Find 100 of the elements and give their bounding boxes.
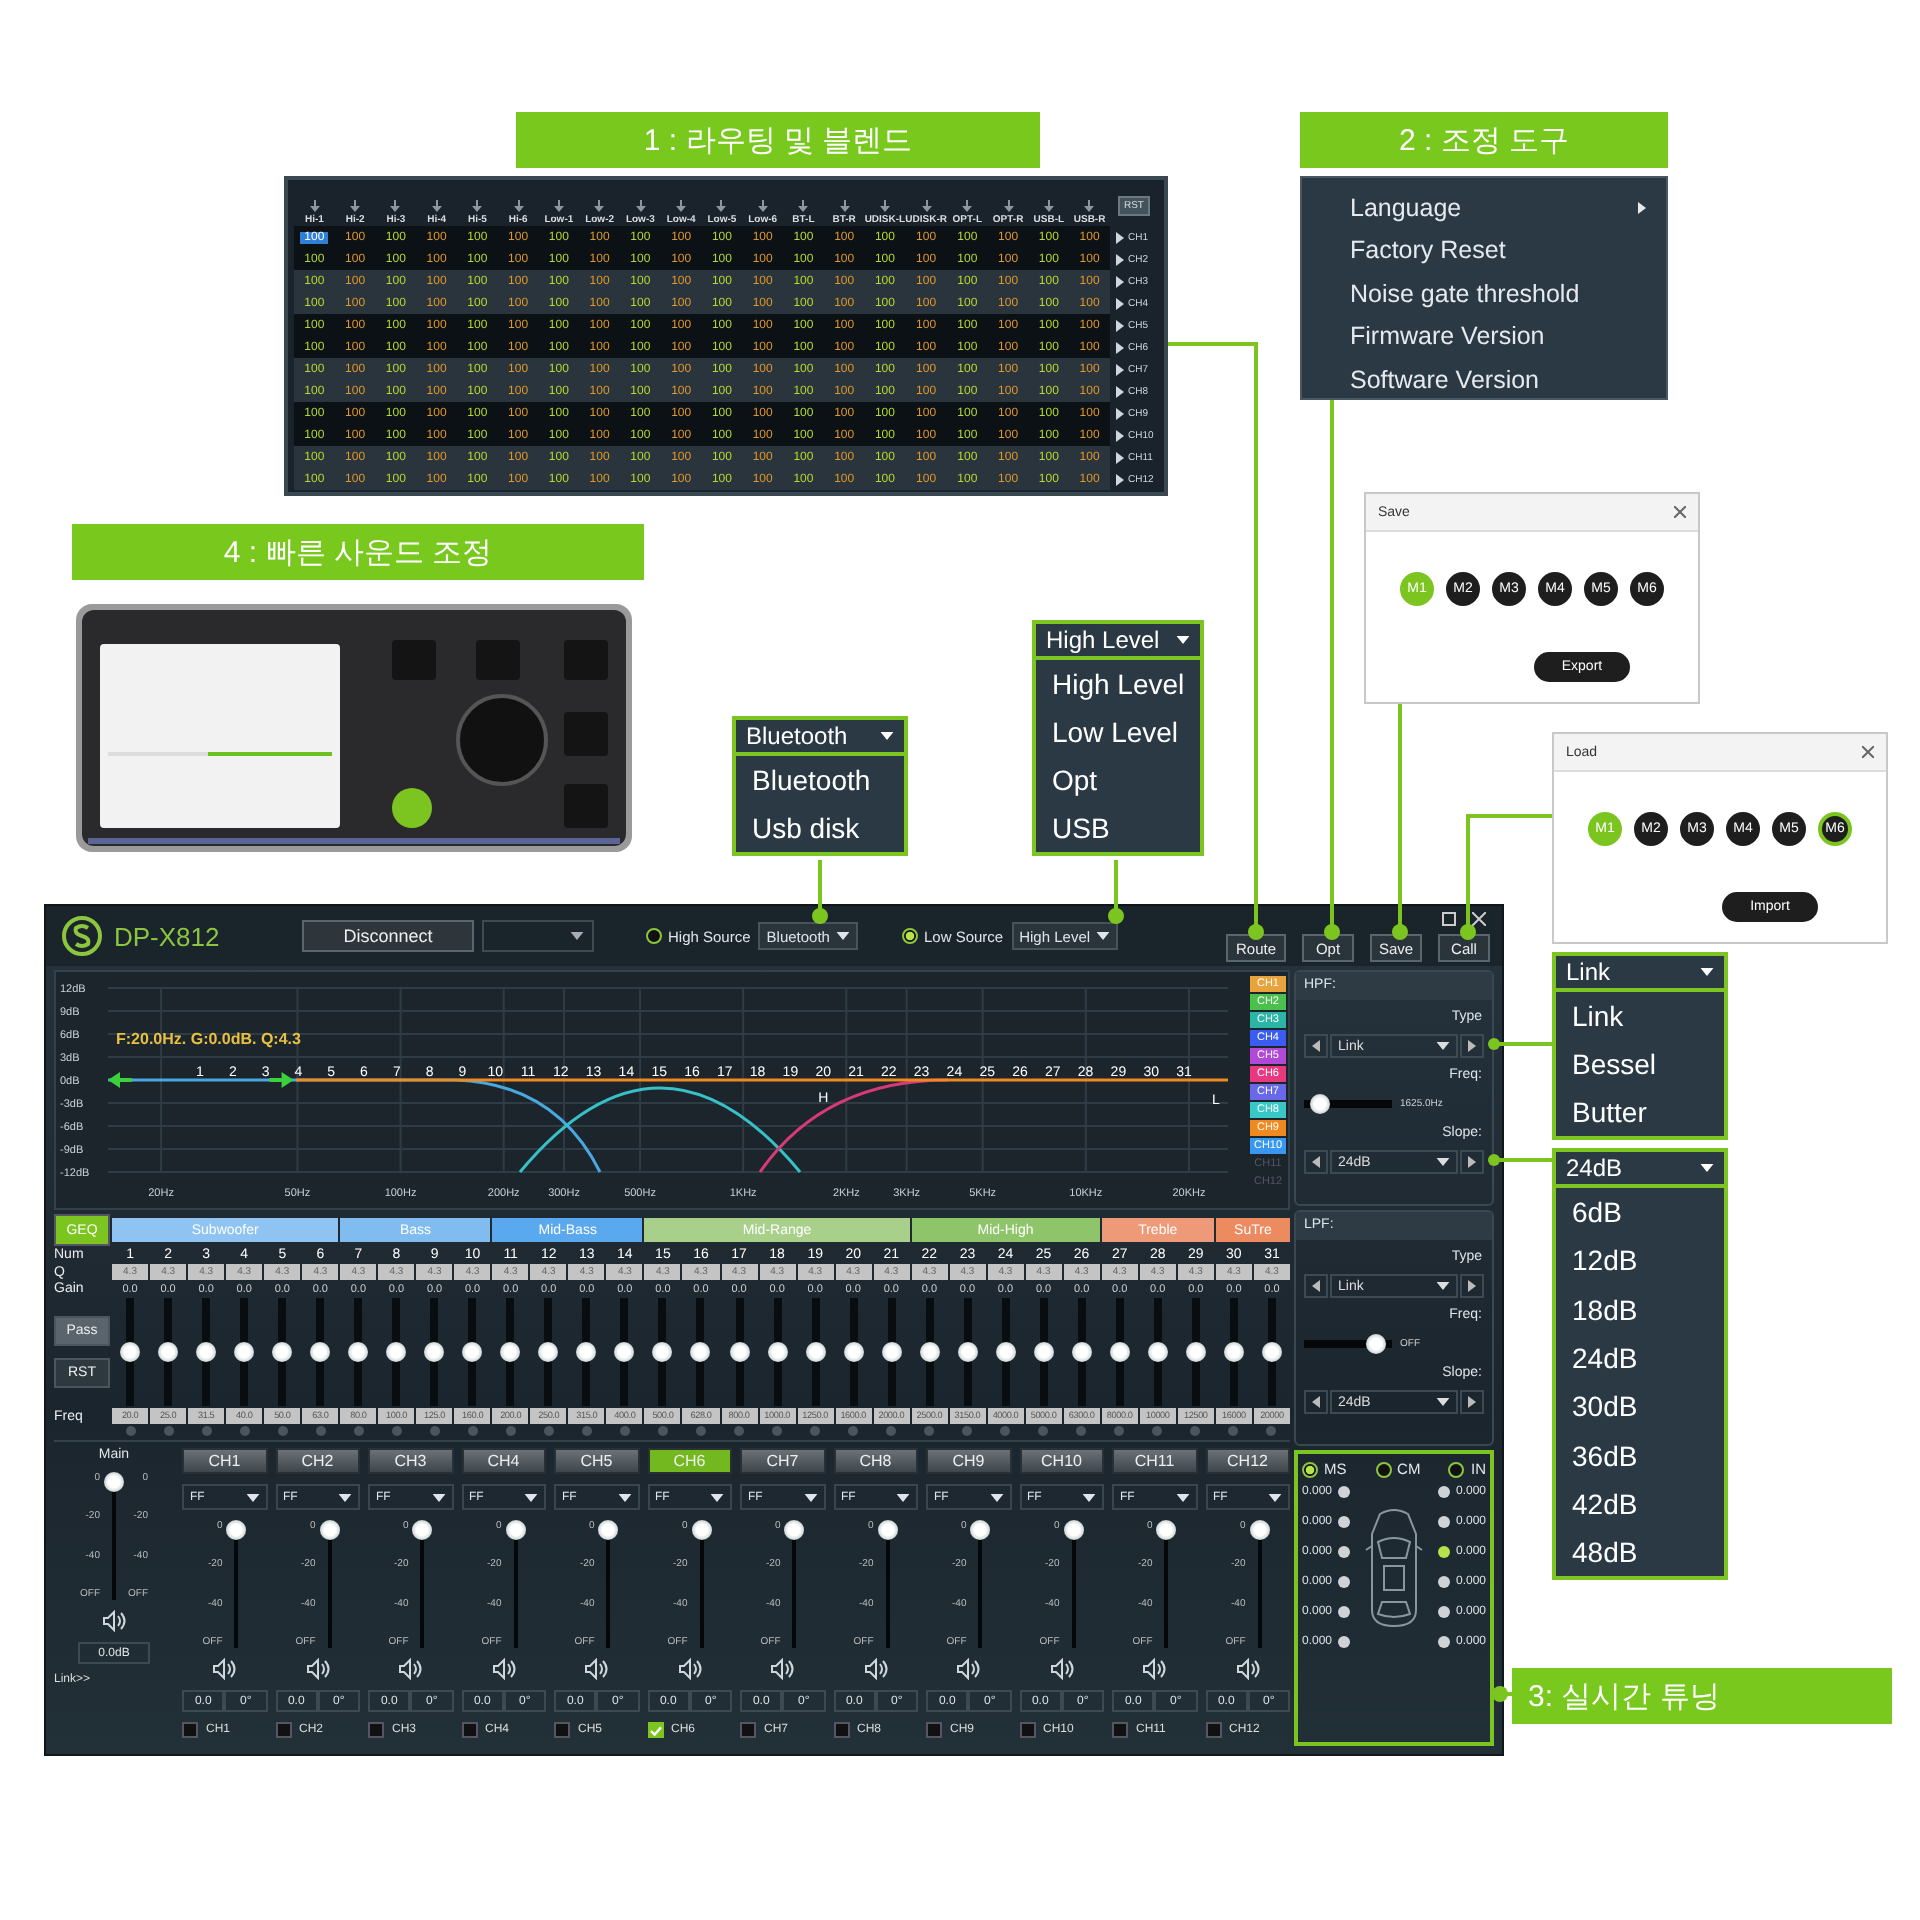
menu-option[interactable]: 18dB <box>1556 1285 1724 1334</box>
fader-knob[interactable] <box>784 1520 805 1540</box>
handle-icon[interactable] <box>108 1072 132 1088</box>
menu-option[interactable]: Usb disk <box>736 804 904 852</box>
channel-button[interactable]: CH3 <box>368 1448 453 1474</box>
fader-knob[interactable] <box>598 1520 619 1540</box>
channel-button[interactable]: CH8 <box>833 1448 918 1474</box>
menu-option[interactable]: Link <box>1556 992 1724 1040</box>
select-field[interactable]: Link <box>1556 956 1724 992</box>
radio-button[interactable] <box>1448 1461 1465 1477</box>
slider-thumb[interactable] <box>272 1342 293 1362</box>
speaker-dot[interactable] <box>1437 1546 1450 1558</box>
slider-thumb[interactable] <box>843 1342 864 1362</box>
slider-thumb[interactable] <box>424 1342 445 1362</box>
menu-option[interactable]: 42dB <box>1556 1479 1724 1529</box>
menu-option[interactable]: 48dB <box>1556 1528 1724 1577</box>
checkbox[interactable] <box>461 1722 477 1738</box>
menu-option[interactable]: Bessel <box>1556 1040 1724 1088</box>
channel-button[interactable]: CH11 <box>1112 1448 1197 1474</box>
checkbox[interactable] <box>740 1722 756 1738</box>
fader-knob[interactable] <box>226 1520 247 1540</box>
arrow-button[interactable] <box>1460 1390 1484 1414</box>
menu-option[interactable]: Opt <box>1036 756 1200 804</box>
menu-item[interactable]: Software Version <box>1302 358 1666 401</box>
menu-item[interactable]: Language <box>1302 186 1666 229</box>
fader-knob[interactable] <box>1063 1520 1084 1540</box>
arrow-button[interactable] <box>1304 1390 1328 1414</box>
slider-thumb[interactable] <box>881 1342 902 1362</box>
checkbox[interactable] <box>926 1722 942 1738</box>
slider-thumb[interactable] <box>652 1342 673 1362</box>
speaker-dot[interactable] <box>1437 1636 1450 1648</box>
channel-button[interactable]: CH2 <box>275 1448 360 1474</box>
fader-knob[interactable] <box>104 1472 124 1492</box>
menu-option[interactable]: 24dB <box>1556 1333 1724 1383</box>
checkbox[interactable] <box>647 1722 663 1738</box>
slider-thumb[interactable] <box>767 1342 788 1362</box>
fader-knob[interactable] <box>1156 1520 1177 1540</box>
checkbox[interactable] <box>1205 1722 1221 1738</box>
speaker-dot[interactable] <box>1338 1576 1351 1588</box>
checkbox[interactable] <box>368 1722 384 1738</box>
speaker-dot[interactable] <box>1437 1606 1450 1618</box>
slider-thumb[interactable] <box>348 1342 369 1362</box>
channel-button[interactable]: CH4 <box>461 1448 546 1474</box>
select-field[interactable]: High Level <box>1036 624 1200 660</box>
menu-option[interactable]: Low Level <box>1036 708 1200 756</box>
radio-button[interactable] <box>1375 1461 1392 1477</box>
fader-knob[interactable] <box>319 1520 340 1540</box>
arrow-button[interactable] <box>1304 1034 1328 1058</box>
menu-option[interactable]: Bluetooth <box>736 756 904 804</box>
slider-thumb[interactable] <box>576 1342 597 1362</box>
speaker-dot[interactable] <box>1437 1576 1450 1588</box>
speaker-dot[interactable] <box>1338 1546 1351 1558</box>
checkbox[interactable] <box>554 1722 570 1738</box>
channel-button[interactable]: CH7 <box>740 1448 825 1474</box>
checkbox[interactable] <box>182 1722 198 1738</box>
speaker-dot[interactable] <box>1338 1606 1351 1618</box>
checkbox[interactable] <box>1019 1722 1035 1738</box>
speaker-dot[interactable] <box>1338 1516 1351 1528</box>
menu-option[interactable]: 12dB <box>1556 1236 1724 1286</box>
channel-button[interactable]: CH1 <box>182 1448 267 1474</box>
radio-button[interactable] <box>1302 1461 1318 1477</box>
arrow-button[interactable] <box>1460 1274 1484 1298</box>
select-field[interactable]: Bluetooth <box>736 720 904 756</box>
menu-option[interactable]: 36dB <box>1556 1430 1724 1480</box>
menu-option[interactable]: USB <box>1036 804 1200 852</box>
slider-thumb[interactable] <box>500 1342 521 1362</box>
slider-thumb[interactable] <box>234 1342 255 1362</box>
slider-thumb[interactable] <box>1310 1094 1331 1114</box>
speaker-dot[interactable] <box>1338 1486 1351 1498</box>
speaker-dot[interactable] <box>1437 1486 1450 1498</box>
slider-thumb[interactable] <box>1033 1342 1054 1362</box>
slider-thumb[interactable] <box>1185 1342 1206 1362</box>
speaker-dot[interactable] <box>1437 1516 1450 1528</box>
channel-button[interactable]: CH10 <box>1019 1448 1104 1474</box>
slider-thumb[interactable] <box>729 1342 750 1362</box>
channel-button[interactable]: CH5 <box>554 1448 639 1474</box>
menu-option[interactable]: 6dB <box>1556 1188 1724 1237</box>
handle-icon[interactable] <box>269 1072 294 1088</box>
slider-thumb[interactable] <box>614 1342 635 1362</box>
fader-knob[interactable] <box>691 1520 712 1540</box>
checkbox[interactable] <box>1112 1722 1128 1738</box>
slider-thumb[interactable] <box>1109 1342 1130 1362</box>
slider-thumb[interactable] <box>995 1342 1016 1362</box>
checkbox[interactable] <box>833 1722 849 1738</box>
fader-knob[interactable] <box>970 1520 991 1540</box>
slider-thumb[interactable] <box>690 1342 711 1362</box>
slider-thumb[interactable] <box>538 1342 559 1362</box>
fader-knob[interactable] <box>412 1520 433 1540</box>
slider-thumb[interactable] <box>158 1342 179 1362</box>
slider-thumb[interactable] <box>1223 1342 1244 1362</box>
slider-thumb[interactable] <box>386 1342 407 1362</box>
fader-knob[interactable] <box>1249 1520 1270 1540</box>
slider-thumb[interactable] <box>1147 1342 1168 1362</box>
fader-knob[interactable] <box>505 1520 526 1540</box>
menu-item[interactable]: Firmware Version <box>1302 315 1666 358</box>
fader-knob[interactable] <box>877 1520 898 1540</box>
slider-thumb[interactable] <box>310 1342 331 1362</box>
arrow-button[interactable] <box>1460 1034 1484 1058</box>
arrow-button[interactable] <box>1460 1150 1484 1174</box>
checkbox[interactable] <box>275 1722 291 1738</box>
